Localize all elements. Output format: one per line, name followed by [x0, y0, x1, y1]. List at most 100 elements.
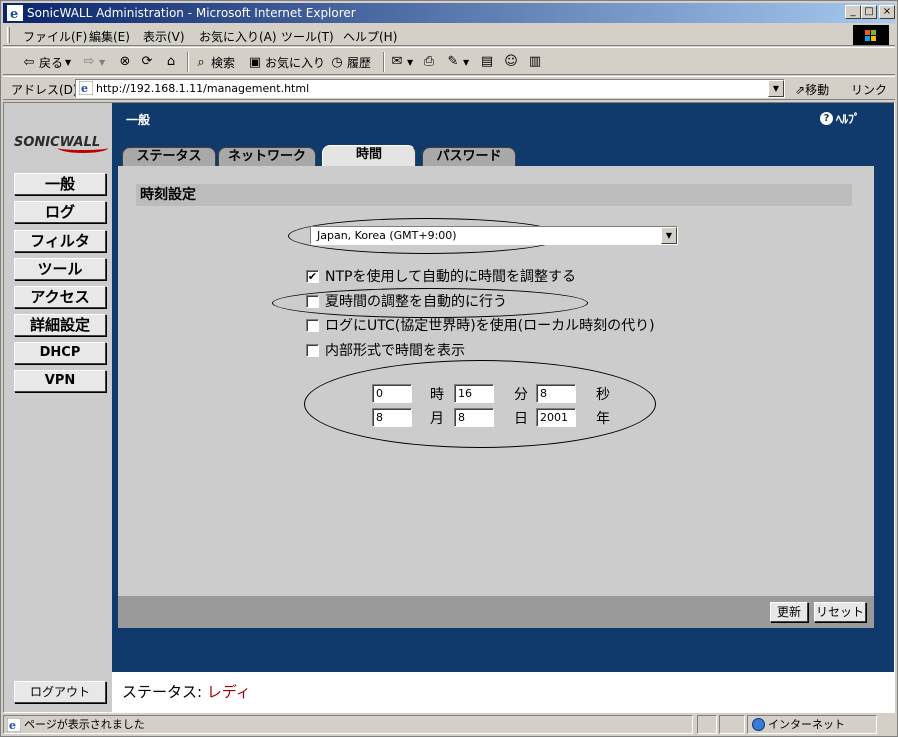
svg-text:e: e — [81, 82, 88, 95]
maximize-button[interactable]: □ — [861, 5, 877, 19]
edit-dropdown-icon: ▼ — [463, 57, 470, 67]
menu-help[interactable]: ヘルプ(H) — [343, 28, 397, 45]
go-label: 移動 — [805, 83, 830, 97]
home-icon: ⌂ — [166, 54, 176, 69]
favorites-button[interactable]: ▣ お気に入り — [247, 54, 325, 71]
menu-edit[interactable]: 編集(E) — [89, 28, 130, 45]
menu-view[interactable]: 表示(V) — [143, 28, 185, 45]
logout-button[interactable]: ログアウト — [14, 681, 106, 703]
timezone-dropdown-icon[interactable]: ▼ — [661, 227, 677, 244]
home-button[interactable]: ⌂ — [163, 54, 179, 70]
dst-checkbox[interactable] — [306, 294, 319, 308]
nav-general[interactable]: 一般 — [14, 173, 106, 195]
back-button[interactable]: ⇦ 戻る ▼ — [21, 54, 72, 71]
option-dst[interactable]: 夏時間の調整を自動的に行う — [306, 291, 507, 311]
main-area: 一般 ? ﾍﾙﾌﾟ ステータス ネットワーク 時間 パスワード 時刻設定 Jap… — [112, 103, 894, 672]
address-input[interactable]: e http://192.168.1.11/management.html ▼ — [75, 79, 785, 98]
day-field[interactable]: 8 — [454, 408, 494, 427]
reset-button[interactable]: リセット — [814, 602, 866, 622]
print-icon: ⎙ — [423, 54, 435, 69]
status-cell — [719, 715, 745, 734]
nav-log[interactable]: ログ — [14, 201, 106, 223]
help-link[interactable]: ? ﾍﾙﾌﾟ — [820, 110, 860, 127]
favorites-icon: ▣ — [248, 54, 262, 70]
discuss-icon: ▤ — [480, 54, 494, 69]
internal-format-checkbox[interactable] — [306, 343, 319, 357]
window-title: SonicWALL Administration - Microsoft Int… — [27, 6, 356, 20]
nav-tools[interactable]: ツール — [14, 258, 106, 280]
year-field[interactable]: 2001 — [536, 408, 576, 427]
address-bar: アドレス(D) e http://192.168.1.11/management… — [3, 76, 895, 112]
back-dropdown-icon: ▼ — [65, 58, 72, 67]
mail-button[interactable]: ✉ ▼ — [389, 54, 414, 70]
timezone-select[interactable]: Japan, Korea (GMT+9:00) ▼ — [310, 226, 678, 245]
address-dropdown-icon[interactable]: ▼ — [768, 80, 784, 97]
minute-field[interactable]: 16 — [454, 384, 494, 403]
go-button[interactable]: ⇗移動 — [795, 81, 829, 98]
back-arrow-icon: ⇦ — [23, 54, 35, 70]
search-label: 検索 — [211, 56, 236, 70]
ntp-checkbox[interactable]: ✔ — [306, 269, 319, 283]
refresh-button[interactable]: ⟳ — [139, 54, 155, 70]
option-utc-log[interactable]: ログにUTC(協定世界時)を使用(ローカル時刻の代り) — [306, 315, 655, 335]
history-button[interactable]: ◷ 履歴 — [329, 54, 371, 71]
browser-window: e SonicWALL Administration - Microsoft I… — [0, 0, 898, 737]
nav-access[interactable]: アクセス — [14, 286, 106, 308]
edit-button[interactable]: ✎ ▼ — [445, 54, 470, 70]
tab-time[interactable]: 時間 — [322, 145, 416, 167]
tab-status[interactable]: ステータス — [122, 147, 216, 167]
hour-label: 時 — [430, 387, 444, 403]
utc-log-label: ログにUTC(協定世界時)を使用(ローカル時刻の代り) — [325, 318, 655, 334]
nav-dhcp[interactable]: DHCP — [14, 342, 106, 364]
discuss-button[interactable]: ▤ — [479, 54, 495, 70]
settings-panel: 時刻設定 Japan, Korea (GMT+9:00) ▼ ✔ NTPを使用し… — [118, 166, 874, 628]
menu-file[interactable]: ファイル(F) — [23, 28, 87, 45]
update-button[interactable]: 更新 — [770, 602, 808, 622]
toolbar-separator — [187, 52, 189, 72]
annotation-ellipse — [304, 360, 656, 448]
toolbar-separator — [383, 52, 385, 72]
svg-text:e: e — [10, 7, 18, 21]
option-ntp[interactable]: ✔ NTPを使用して自動的に時間を調整する — [306, 266, 576, 286]
browser-status-text: e ページが表示されました — [3, 715, 693, 734]
research-button[interactable]: ▥ — [527, 54, 543, 70]
menu-grip — [7, 27, 10, 43]
menu-tools[interactable]: ツール(T) — [281, 28, 334, 45]
mail-icon: ✉ — [391, 54, 403, 69]
refresh-icon: ⟳ — [141, 54, 153, 69]
nav-vpn[interactable]: VPN — [14, 370, 106, 392]
search-button[interactable]: ⌕ 検索 — [193, 54, 235, 71]
globe-icon — [752, 718, 765, 731]
nav-filter[interactable]: フィルタ — [14, 230, 106, 252]
page-title: 一般 — [126, 113, 151, 127]
print-button[interactable]: ⎙ — [421, 54, 437, 70]
forward-arrow-icon: ⇨ — [83, 54, 95, 69]
help-label: ﾍﾙﾌﾟ — [836, 112, 861, 126]
zone-label: インターネット — [768, 718, 845, 731]
close-button[interactable]: × — [879, 5, 895, 19]
mail-dropdown-icon: ▼ — [407, 57, 414, 67]
utc-log-checkbox[interactable] — [306, 318, 319, 332]
status-line: ステータス: レディ — [112, 672, 894, 712]
windows-logo-icon — [853, 25, 889, 45]
address-label: アドレス(D) — [11, 83, 78, 97]
hour-field[interactable]: 0 — [372, 384, 412, 403]
year-label: 年 — [596, 411, 610, 427]
option-internal-format[interactable]: 内部形式で時間を表示 — [306, 340, 465, 360]
back-label: 戻る — [39, 56, 64, 70]
month-label: 月 — [430, 411, 444, 427]
messenger-button[interactable]: ☺ — [503, 54, 519, 70]
status-label: ステータス: — [122, 683, 203, 701]
menu-favorites[interactable]: お気に入り(A) — [199, 28, 277, 45]
minimize-button[interactable]: _ — [845, 5, 861, 19]
second-field[interactable]: 8 — [536, 384, 576, 403]
stop-icon: ⊗ — [119, 54, 131, 69]
forward-button[interactable]: ⇨ ▼ — [81, 54, 106, 70]
page-content: SONICWALL 一般 ログ フィルタ ツール アクセス 詳細設定 DHCP … — [3, 102, 895, 713]
nav-advanced[interactable]: 詳細設定 — [14, 314, 106, 336]
month-field[interactable]: 8 — [372, 408, 412, 427]
tab-password[interactable]: パスワード — [422, 147, 516, 167]
ie-icon: e — [7, 5, 23, 21]
tab-network[interactable]: ネットワーク — [218, 147, 316, 167]
stop-button[interactable]: ⊗ — [117, 54, 133, 70]
